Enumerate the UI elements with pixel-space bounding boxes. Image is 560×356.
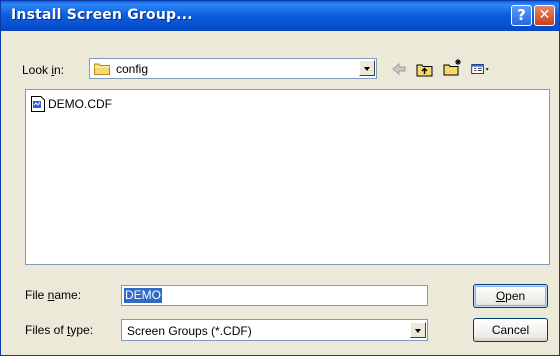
cdf-file-icon [31, 96, 45, 112]
file-type-dropdown[interactable]: Screen Groups (*.CDF) [121, 319, 428, 341]
help-button[interactable]: ? [511, 5, 532, 26]
close-button[interactable]: ✕ [534, 5, 555, 26]
close-icon: ✕ [538, 7, 551, 23]
back-arrow-icon[interactable] [389, 59, 409, 79]
window-title: Install Screen Group... [11, 7, 193, 23]
file-name-text: DEMO.CDF [48, 97, 112, 111]
file-type-label: Files of type: [25, 323, 94, 337]
chevron-down-icon[interactable] [410, 322, 426, 338]
cancel-button[interactable]: Cancel [473, 318, 548, 342]
file-name-label: File name: [25, 288, 82, 302]
file-name-value: DEMO [124, 288, 162, 303]
up-one-level-icon[interactable] [415, 59, 435, 79]
dialog-window: Install Screen Group... ? ✕ Look in: con… [0, 0, 560, 356]
folder-icon [94, 63, 110, 75]
file-type-value: Screen Groups (*.CDF) [127, 324, 252, 338]
look-in-value: config [116, 62, 149, 76]
file-list[interactable]: DEMO.CDF [25, 89, 550, 265]
chevron-down-icon[interactable] [359, 60, 375, 76]
look-in-dropdown[interactable]: config [89, 58, 377, 79]
view-menu-icon[interactable] [471, 59, 491, 79]
file-name-field[interactable]: DEMO [121, 285, 428, 306]
look-in-label: Look in: [22, 63, 65, 77]
help-icon: ? [517, 6, 526, 24]
create-new-folder-icon[interactable] [443, 57, 463, 77]
title-bar[interactable]: Install Screen Group... ? ✕ [1, 1, 559, 31]
open-button[interactable]: Open [473, 284, 548, 308]
